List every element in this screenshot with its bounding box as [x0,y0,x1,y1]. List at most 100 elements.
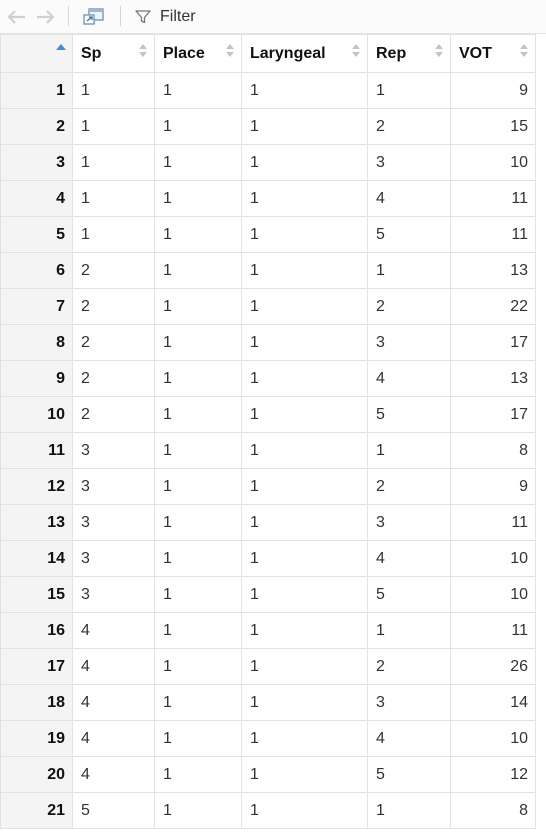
row-number[interactable]: 1 [0,72,73,109]
sp-cell[interactable]: 1 [72,180,155,217]
sp-cell[interactable]: 1 [72,108,155,145]
row-number[interactable]: 10 [0,396,73,433]
place-cell[interactable]: 1 [154,216,242,253]
column-header-sp[interactable]: Sp [72,34,155,73]
sp-cell[interactable]: 5 [72,792,155,829]
sp-cell[interactable]: 2 [72,396,155,433]
sp-cell[interactable]: 2 [72,324,155,361]
place-cell[interactable]: 1 [154,468,242,505]
laryngeal-cell[interactable]: 1 [241,72,368,109]
rep-cell[interactable]: 4 [367,180,451,217]
laryngeal-cell[interactable]: 1 [241,396,368,433]
rep-cell[interactable]: 5 [367,756,451,793]
rep-cell[interactable]: 1 [367,72,451,109]
place-cell[interactable]: 1 [154,252,242,289]
place-cell[interactable]: 1 [154,684,242,721]
laryngeal-cell[interactable]: 1 [241,216,368,253]
laryngeal-cell[interactable]: 1 [241,324,368,361]
place-cell[interactable]: 1 [154,792,242,829]
vot-cell[interactable]: 17 [450,396,536,433]
rep-cell[interactable]: 2 [367,108,451,145]
vot-cell[interactable]: 13 [450,252,536,289]
rep-cell[interactable]: 2 [367,468,451,505]
vot-cell[interactable]: 10 [450,576,536,613]
row-number[interactable]: 19 [0,720,73,757]
place-cell[interactable]: 1 [154,144,242,181]
row-number[interactable]: 5 [0,216,73,253]
filter-button[interactable]: Filter [134,0,204,34]
vot-cell[interactable]: 13 [450,360,536,397]
row-number[interactable]: 14 [0,540,73,577]
vot-cell[interactable]: 10 [450,720,536,757]
laryngeal-cell[interactable]: 1 [241,792,368,829]
rep-cell[interactable]: 1 [367,432,451,469]
place-cell[interactable]: 1 [154,612,242,649]
vot-cell[interactable]: 11 [450,504,536,541]
rep-cell[interactable]: 1 [367,612,451,649]
sp-cell[interactable]: 3 [72,540,155,577]
laryngeal-cell[interactable]: 1 [241,684,368,721]
place-cell[interactable]: 1 [154,576,242,613]
row-number[interactable]: 3 [0,144,73,181]
place-cell[interactable]: 1 [154,720,242,757]
place-cell[interactable]: 1 [154,432,242,469]
row-number[interactable]: 8 [0,324,73,361]
rep-cell[interactable]: 5 [367,396,451,433]
sp-cell[interactable]: 3 [72,504,155,541]
vot-cell[interactable]: 17 [450,324,536,361]
forward-button[interactable] [32,0,58,34]
row-number[interactable]: 6 [0,252,73,289]
rep-cell[interactable]: 1 [367,792,451,829]
rep-cell[interactable]: 4 [367,360,451,397]
row-number[interactable]: 12 [0,468,73,505]
rep-cell[interactable]: 2 [367,648,451,685]
laryngeal-cell[interactable]: 1 [241,108,368,145]
place-cell[interactable]: 1 [154,648,242,685]
laryngeal-cell[interactable]: 1 [241,432,368,469]
row-number[interactable]: 21 [0,792,73,829]
vot-cell[interactable]: 22 [450,288,536,325]
rep-cell[interactable]: 2 [367,288,451,325]
row-number[interactable]: 18 [0,684,73,721]
sp-cell[interactable]: 2 [72,252,155,289]
vot-cell[interactable]: 10 [450,144,536,181]
sp-cell[interactable]: 1 [72,72,155,109]
rep-cell[interactable]: 3 [367,324,451,361]
sp-cell[interactable]: 1 [72,216,155,253]
sp-cell[interactable]: 2 [72,360,155,397]
column-header-laryngeal[interactable]: Laryngeal [241,34,368,73]
sp-cell[interactable]: 4 [72,756,155,793]
row-number[interactable]: 15 [0,576,73,613]
sp-cell[interactable]: 3 [72,432,155,469]
place-cell[interactable]: 1 [154,360,242,397]
column-header-vot[interactable]: VOT [450,34,536,73]
sp-cell[interactable]: 3 [72,576,155,613]
sp-cell[interactable]: 4 [72,720,155,757]
back-button[interactable] [4,0,30,34]
vot-cell[interactable]: 9 [450,468,536,505]
vot-cell[interactable]: 9 [450,72,536,109]
rep-cell[interactable]: 3 [367,684,451,721]
vot-cell[interactable]: 14 [450,684,536,721]
row-number[interactable]: 17 [0,648,73,685]
place-cell[interactable]: 1 [154,72,242,109]
vot-cell[interactable]: 10 [450,540,536,577]
laryngeal-cell[interactable]: 1 [241,468,368,505]
sp-cell[interactable]: 4 [72,684,155,721]
rep-cell[interactable]: 1 [367,252,451,289]
row-number[interactable]: 7 [0,288,73,325]
row-number[interactable]: 9 [0,360,73,397]
laryngeal-cell[interactable]: 1 [241,756,368,793]
row-number[interactable]: 2 [0,108,73,145]
rep-cell[interactable]: 3 [367,504,451,541]
place-cell[interactable]: 1 [154,288,242,325]
rep-cell[interactable]: 4 [367,540,451,577]
vot-cell[interactable]: 15 [450,108,536,145]
sp-cell[interactable]: 3 [72,468,155,505]
row-index-header[interactable] [0,34,73,73]
laryngeal-cell[interactable]: 1 [241,612,368,649]
laryngeal-cell[interactable]: 1 [241,648,368,685]
row-number[interactable]: 4 [0,180,73,217]
sp-cell[interactable]: 2 [72,288,155,325]
place-cell[interactable]: 1 [154,756,242,793]
